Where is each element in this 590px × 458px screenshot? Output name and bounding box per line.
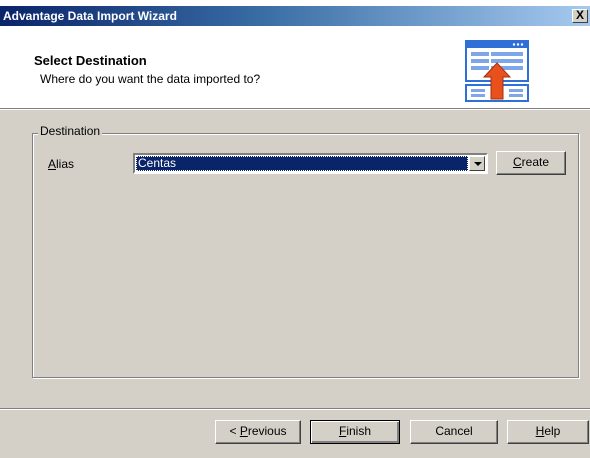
page-subtitle: Where do you want the data imported to? [40,72,261,86]
alias-dropdown-button[interactable] [469,156,485,171]
destination-group-label: Destination [38,124,103,138]
create-button-accelerator: C [512,155,522,169]
alias-selected-value: Centas [136,156,468,171]
finish-button-label: inish [346,424,372,438]
close-icon: X [575,8,584,22]
alias-label-accelerator: A [48,157,57,171]
alias-label-text: lias [56,157,75,171]
window-title: Advantage Data Import Wizard [3,9,177,23]
help-button[interactable]: Help [507,420,589,444]
previous-button-prefix: < [229,424,240,438]
create-button[interactable]: Create [496,151,566,175]
title-bar[interactable]: Advantage Data Import Wizard X [0,6,590,26]
import-table-icon [465,40,529,102]
wizard-window: Advantage Data Import Wizard X Select De… [0,6,590,458]
page-title: Select Destination [34,53,147,68]
wizard-header: Select Destination Where do you want the… [0,26,590,109]
close-button[interactable]: X [572,9,588,23]
cancel-button-label: Cancel [435,424,473,438]
previous-button-accelerator: P [239,424,248,438]
alias-label: Alias [48,157,74,171]
alias-dropdown[interactable]: Centas [133,153,488,174]
create-button-label: reate [521,155,550,169]
cancel-button[interactable]: Cancel [410,420,498,444]
footer-divider-highlight [0,409,590,410]
chevron-down-icon [474,162,482,166]
help-button-label: elp [544,424,561,438]
header-divider [0,109,590,110]
previous-button-label: revious [247,424,287,438]
finish-button[interactable]: Finish [310,420,400,444]
previous-button[interactable]: < Previous [215,420,301,444]
